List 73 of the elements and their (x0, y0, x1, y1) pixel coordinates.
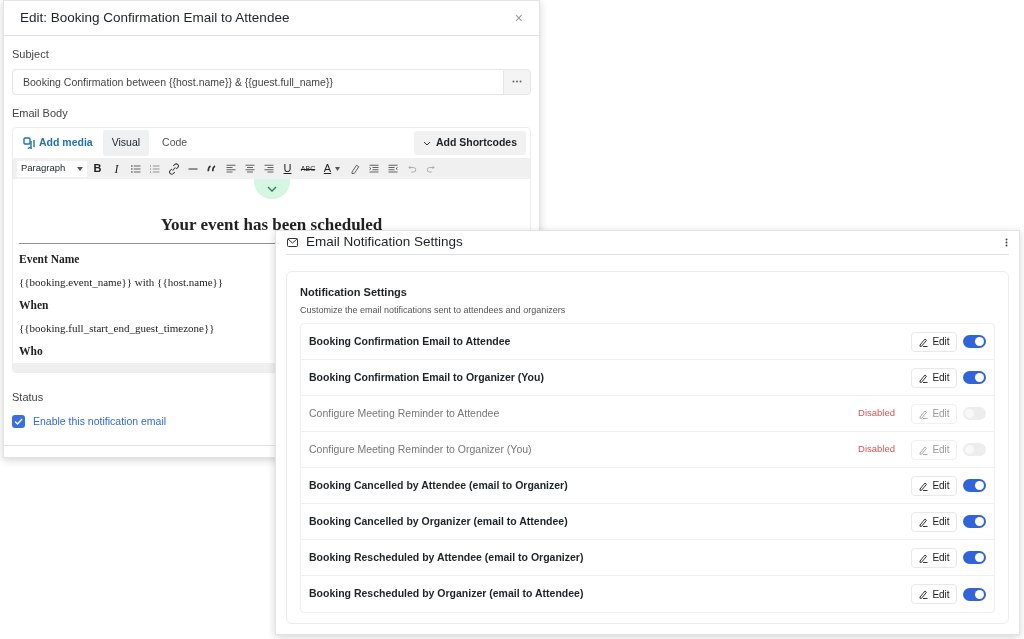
section-title: Notification Settings (300, 285, 408, 300)
toolbar-button[interactable]: I (108, 160, 125, 177)
format-dropdown[interactable]: Paragraph (17, 160, 87, 177)
panel-title: Email Notification Settings (306, 233, 464, 252)
pencil-icon (918, 336, 929, 347)
edit-button[interactable]: Edit (911, 367, 957, 388)
status-text: Disabled (858, 406, 895, 421)
link-icon (167, 162, 180, 175)
pencil-icon (918, 480, 929, 491)
notification-name: Booking Cancelled by Attendee (email to Organizer) (309, 477, 569, 493)
pencil-icon (918, 444, 929, 455)
more-icon (512, 80, 522, 83)
notification-name: Booking Rescheduled by Organizer (email to Attendee) (309, 586, 585, 602)
pencil-icon (918, 552, 929, 563)
toolbar-button[interactable]: A (320, 160, 344, 177)
eraser-icon (348, 162, 361, 175)
numbered-list-icon (148, 162, 161, 175)
toolbar-button[interactable]: B (89, 160, 106, 177)
checkbox[interactable] (12, 414, 25, 428)
section-subtitle: Customize the email notifications sent to attendees and organizers (300, 303, 567, 317)
email-heading: Your event has been scheduled (160, 215, 383, 236)
format-value: Paragraph (21, 161, 66, 176)
edit-button[interactable]: Edit (911, 584, 957, 604)
toolbar-button[interactable]: U (279, 160, 296, 177)
edit-button[interactable]: Edit (911, 511, 957, 532)
status-text: Disabled (858, 442, 895, 457)
kebab-menu-icon[interactable] (1005, 238, 1008, 247)
toggle-switch[interactable] (963, 515, 986, 528)
pencil-icon (918, 516, 929, 527)
edit-button[interactable]: Edit (911, 547, 957, 568)
notification-name: Configure Meeting Reminder to Attendee (309, 405, 501, 421)
field-label: Email Body (12, 105, 69, 121)
indent-icon (367, 162, 380, 175)
align-center-icon (243, 162, 256, 175)
add-shortcodes-button[interactable]: Add Shortcodes (413, 131, 526, 155)
chevron-icon (422, 140, 431, 146)
content-label: When (19, 298, 49, 313)
dialog-title: Edit: Booking Confirmation Email to Attendee (20, 8, 290, 27)
notification-name: Booking Rescheduled by Attendee (email to Organizer) (309, 549, 585, 565)
toggle-switch[interactable] (963, 587, 986, 601)
toggle-switch[interactable] (963, 551, 986, 564)
notification-name: Configure Meeting Reminder to Organizer (You) (309, 441, 533, 457)
add-media-button[interactable]: Add media (17, 131, 99, 155)
subject-field[interactable]: Booking Confirmation between {{host.name}} & {{guest.full_name}} (12, 68, 503, 95)
align-right-icon (262, 162, 275, 175)
toggle-switch[interactable] (963, 335, 986, 348)
edit-button[interactable]: Edit (911, 331, 957, 352)
content-label: Who (19, 344, 43, 359)
pencil-icon (918, 372, 929, 383)
mail-icon (287, 238, 298, 247)
notification-name: Booking Confirmation Email to Organizer (You) (309, 369, 545, 385)
caret-icon (335, 166, 341, 171)
chevron-icon (266, 186, 277, 192)
edit-button[interactable]: Edit (911, 475, 957, 496)
notification-name: Booking Confirmation Email to Attendee (309, 333, 512, 349)
media-icon (23, 137, 35, 149)
toggle-switch[interactable] (963, 371, 986, 384)
field-label: Status (12, 390, 45, 405)
field-label: Subject (12, 47, 50, 62)
editor-tab[interactable]: Code (153, 130, 197, 156)
editor-tab[interactable]: Visual (102, 130, 150, 156)
toggle-switch[interactable] (963, 479, 986, 492)
checkbox-label[interactable]: Enable this notification email (33, 413, 167, 430)
caret-icon (77, 166, 83, 171)
align-left-icon (224, 162, 237, 175)
pencil-icon (918, 408, 929, 419)
content-label: Event Name (19, 252, 80, 267)
notification-name: Booking Cancelled by Organizer (email to Attendee) (309, 513, 569, 529)
pencil-icon (918, 589, 929, 599)
outdent-icon (386, 162, 399, 175)
bullet-list-icon (129, 162, 142, 175)
content-text: {{booking.event_name}} with {{host.name}} (19, 275, 224, 290)
content-text: {{booking.full_start_end_guest_timezone}} (19, 321, 215, 336)
